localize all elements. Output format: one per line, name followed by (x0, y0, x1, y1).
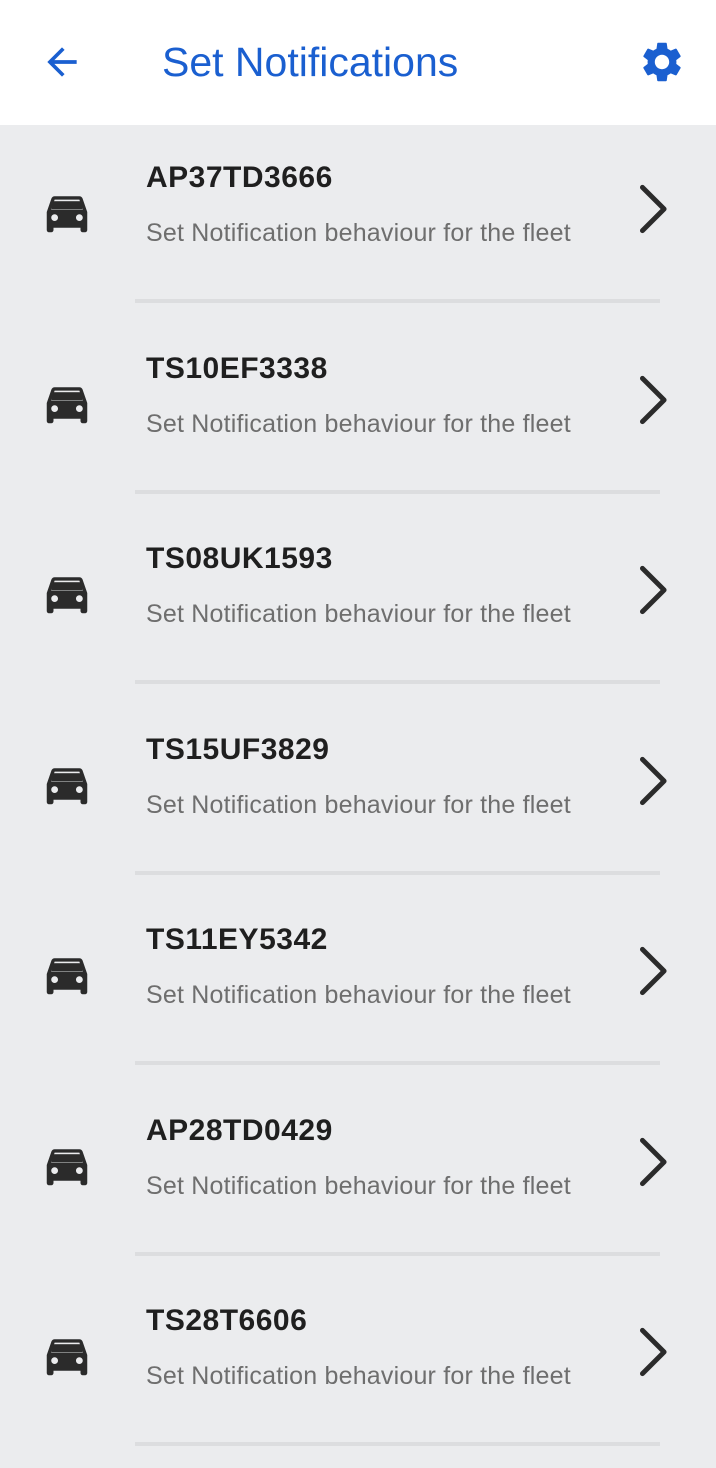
divider (135, 1251, 660, 1256)
vehicle-subtitle: Set Notification behaviour for the fleet (146, 600, 571, 628)
divider (135, 1442, 660, 1446)
vehicle-subtitle: Set Notification behaviour for the fleet (146, 1171, 571, 1200)
vehicle-plate: TS10EF3338 (146, 351, 328, 385)
divider (135, 870, 660, 875)
settings-button[interactable] (636, 36, 688, 88)
vehicle-row[interactable]: TS11EY5342 Set Notification behaviour for… (0, 887, 716, 1078)
chevron-right-icon[interactable] (636, 1136, 672, 1188)
vehicle-row[interactable]: TS08UK1593 Set Notification behaviour for… (0, 506, 716, 697)
car-icon (40, 185, 94, 233)
car-icon (40, 1138, 94, 1186)
chevron-right-icon[interactable] (636, 1326, 672, 1378)
car-icon (40, 1328, 94, 1376)
gear-icon (643, 42, 681, 82)
chevron-right-icon[interactable] (636, 564, 672, 616)
arrow-left-icon (47, 47, 77, 77)
chevron-right-icon[interactable] (636, 183, 672, 235)
divider (135, 680, 660, 684)
back-button[interactable] (36, 36, 88, 88)
vehicle-plate: AP37TD3666 (146, 161, 333, 194)
vehicle-plate: TS11EY5342 (146, 923, 328, 956)
vehicle-plate: TS28T6606 (146, 1304, 308, 1337)
app-bar: Set Notifications (0, 0, 716, 125)
car-icon (40, 947, 94, 995)
car-icon (40, 566, 94, 614)
vehicle-plate: TS08UK1593 (146, 542, 333, 575)
chevron-right-icon[interactable] (636, 755, 672, 807)
vehicle-row[interactable]: TS28T6606 Set Notification behaviour for … (0, 1268, 716, 1459)
vehicle-plate: TS15UF3829 (146, 732, 330, 766)
car-icon-graphic (46, 1148, 88, 1185)
vehicle-plate: AP28TD0429 (146, 1113, 333, 1147)
car-icon (40, 757, 94, 805)
vehicle-row[interactable]: TS10EF3338 Set Notification behaviour for… (0, 316, 716, 507)
vehicle-subtitle: Set Notification behaviour for the fleet (146, 409, 571, 438)
vehicle-row[interactable]: AP37TD3666 Set Notification behaviour for… (0, 125, 716, 316)
car-icon-graphic (46, 1339, 88, 1376)
car-icon-graphic (46, 958, 88, 995)
vehicle-subtitle: Set Notification behaviour for the fleet (146, 219, 571, 247)
car-icon-graphic (46, 767, 88, 804)
vehicle-list: AP37TD3666 Set Notification behaviour for… (0, 125, 716, 1459)
chevron-right-icon[interactable] (636, 945, 672, 997)
chevron-right-icon[interactable] (636, 374, 672, 426)
vehicle-subtitle: Set Notification behaviour for the fleet (146, 790, 571, 819)
car-icon (40, 376, 94, 424)
vehicle-row[interactable]: AP28TD0429 Set Notification behaviour for… (0, 1078, 716, 1269)
divider (135, 299, 660, 303)
car-icon-graphic (46, 577, 88, 614)
car-icon-graphic (46, 196, 88, 233)
divider (135, 1061, 660, 1065)
divider (135, 489, 660, 494)
car-icon-graphic (46, 386, 88, 423)
vehicle-subtitle: Set Notification behaviour for the fleet (146, 981, 571, 1009)
page-title: Set Notifications (162, 39, 459, 85)
vehicle-row[interactable]: TS15UF3829 Set Notification behaviour for… (0, 697, 716, 888)
vehicle-subtitle: Set Notification behaviour for the fleet (146, 1362, 571, 1390)
